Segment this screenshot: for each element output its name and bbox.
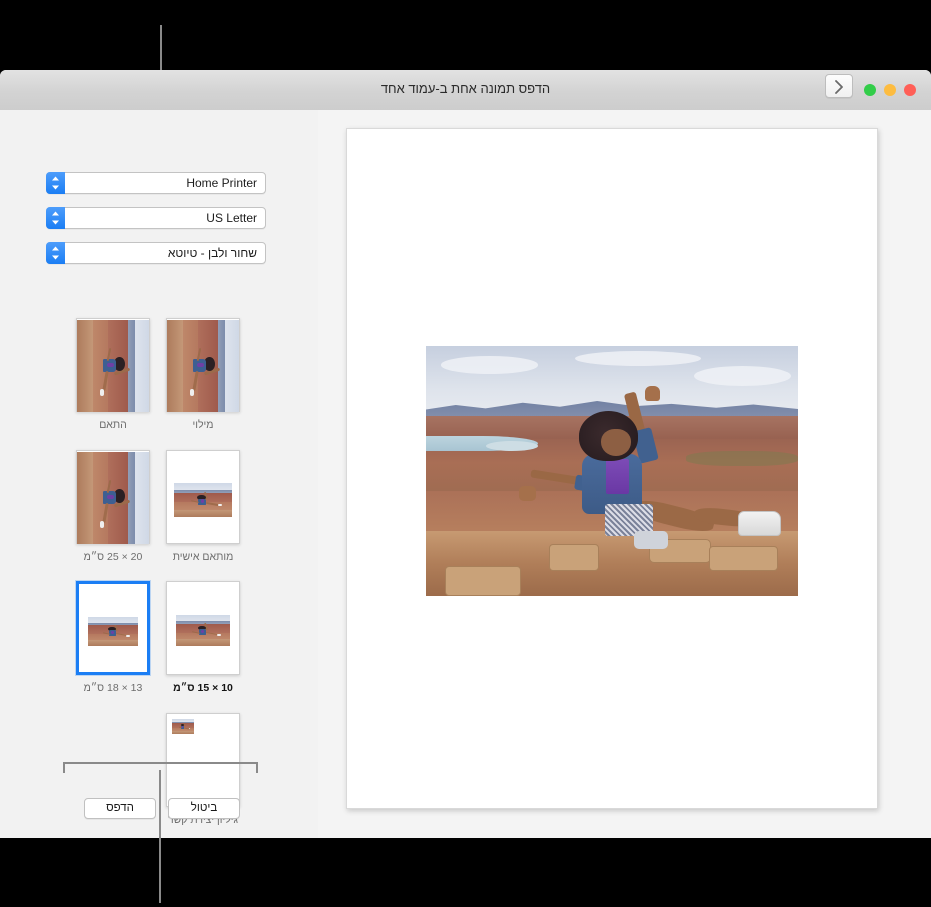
preset-thumbnail bbox=[76, 450, 150, 544]
window-titlebar: הדפס תמונה אחת ב-עמוד אחד bbox=[0, 70, 931, 111]
chevron-right-icon bbox=[835, 80, 843, 94]
preset-label: 10 × 15 ס״מ bbox=[173, 682, 233, 694]
print-options-sidebar: Home Printer US Letter שחור ולבן - טיוטא bbox=[0, 110, 318, 838]
cancel-button[interactable]: ביטול bbox=[168, 798, 240, 819]
preset-label: מותאם אישית bbox=[172, 551, 234, 563]
preset-label: מילוי bbox=[192, 419, 214, 431]
window-minimize-button[interactable] bbox=[884, 84, 896, 96]
preview-photo bbox=[426, 346, 798, 596]
preset-item[interactable]: התאם bbox=[68, 318, 158, 431]
window-title: הדפס תמונה אחת ב-עמוד אחד bbox=[380, 81, 551, 96]
preset-label: התאם bbox=[99, 419, 127, 431]
window-zoom-button[interactable] bbox=[864, 84, 876, 96]
print-button[interactable]: הדפס bbox=[84, 798, 156, 819]
preset-label: 20 × 25 ס״מ bbox=[83, 551, 143, 563]
preset-item[interactable]: מילוי bbox=[158, 318, 248, 431]
preset-label: 13 × 18 ס״מ bbox=[83, 682, 143, 694]
preset-item-selected[interactable]: 13 × 18 ס״מ bbox=[68, 581, 158, 694]
preset-thumbnail bbox=[166, 581, 240, 675]
preset-item[interactable]: 10 × 15 ס״מ bbox=[158, 581, 248, 694]
window-close-button[interactable] bbox=[904, 84, 916, 96]
callout-bracket-right-tick bbox=[256, 762, 258, 773]
preset-item[interactable]: 20 × 25 ס״מ bbox=[68, 450, 158, 563]
preset-thumbnail bbox=[76, 318, 150, 412]
preset-thumbnail bbox=[166, 318, 240, 412]
callout-bracket-horizontal bbox=[63, 762, 258, 764]
preset-thumbnail bbox=[76, 581, 150, 675]
callout-bracket-left-tick bbox=[63, 762, 65, 773]
screenshot-stage: הדפס תמונה אחת ב-עמוד אחד Home Printer U… bbox=[0, 0, 931, 907]
preset-item[interactable]: מותאם אישית bbox=[158, 450, 248, 563]
expand-details-button[interactable] bbox=[825, 74, 853, 98]
preset-thumbnail bbox=[166, 713, 240, 807]
callout-line-bottom bbox=[159, 770, 161, 903]
preset-thumbnail bbox=[166, 450, 240, 544]
layout-preset-grid: מילוי התאם מותאם אישית 20 × 25 ס״מ 10 × … bbox=[0, 110, 318, 838]
